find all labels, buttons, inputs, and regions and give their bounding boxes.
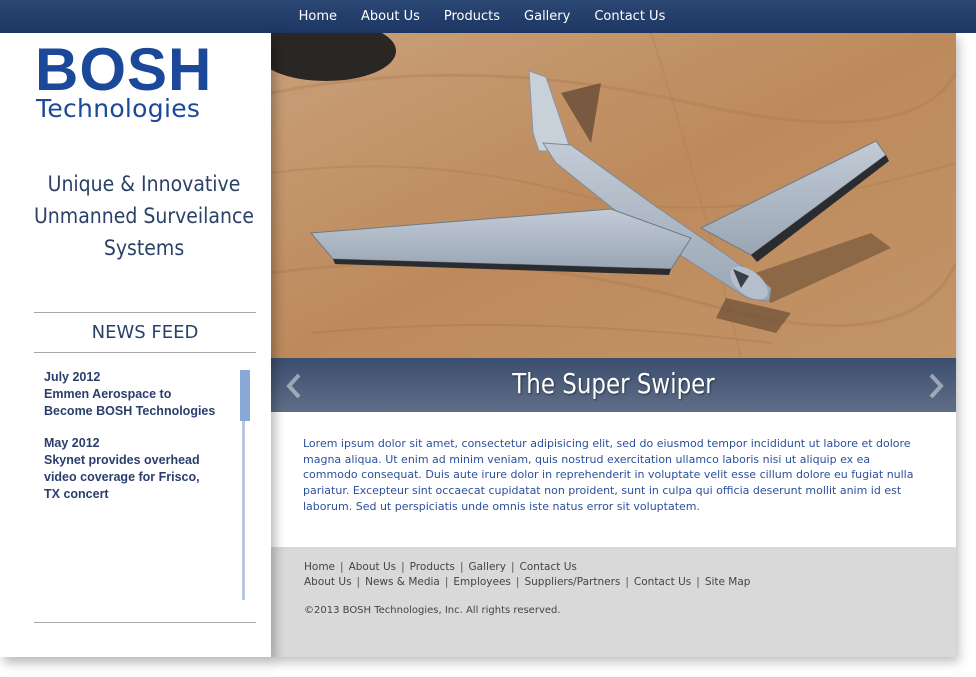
footer-separator: |: [401, 561, 405, 573]
slide-image-uav: [271, 33, 956, 358]
news-item-date: May 2012: [44, 436, 100, 450]
news-feed-list: July 2012 Emmen Aerospace to Become BOSH…: [44, 369, 234, 518]
footer-link-about-us[interactable]: About Us: [349, 561, 397, 573]
footer-link-site-map[interactable]: Site Map: [705, 576, 751, 588]
top-navigation: Home About Us Products Gallery Contact U…: [0, 0, 976, 33]
footer-links-secondary: About Us | News & Media | Employees | Supplier…: [304, 575, 750, 589]
divider: [34, 622, 256, 623]
news-item-headline-line: Emmen Aerospace to: [44, 387, 172, 401]
footer-separator: |: [356, 576, 361, 588]
news-item-headline-line: TX concert: [44, 487, 109, 501]
nav-menu: Home About Us Products Gallery Contact U…: [0, 0, 976, 33]
news-item-headline-line: video coverage for Frisco,: [44, 470, 200, 484]
tagline-line-1: Unique & Innovative: [47, 172, 241, 196]
footer-separator: |: [460, 561, 464, 573]
news-scrollbar-thumb[interactable]: [240, 370, 250, 421]
tagline-line-3: Systems: [103, 236, 185, 260]
footer-separator: |: [510, 561, 515, 573]
footer-separator: |: [696, 576, 700, 588]
logo[interactable]: BOSH Technologies: [35, 39, 260, 125]
news-item[interactable]: July 2012 Emmen Aerospace to Become BOSH…: [44, 369, 234, 420]
tagline: Unique & Innovative Unmanned Surveilance…: [32, 168, 255, 264]
chevron-left-icon[interactable]: [283, 371, 305, 401]
copyright-text: ©2013 BOSH Technologies, Inc. All rights…: [304, 605, 561, 616]
news-item-date: July 2012: [44, 370, 101, 384]
logo-main-text: BOSH: [35, 36, 213, 103]
footer-link-suppliers-partners[interactable]: Suppliers/Partners: [524, 576, 620, 588]
footer-link-home[interactable]: Home: [304, 561, 335, 573]
footer: Home | About Us | Products | Gallery | Contact U…: [271, 547, 956, 657]
footer-separator: |: [444, 576, 449, 588]
footer-separator: |: [515, 576, 520, 588]
news-feed-title: NEWS FEED: [34, 312, 256, 353]
news-item-headline-line: Become BOSH Technologies: [44, 404, 216, 418]
slide-caption: The Super Swiper: [512, 367, 715, 400]
footer-link-products[interactable]: Products: [410, 561, 455, 573]
tagline-line-2: Unmanned Surveilance: [33, 204, 255, 228]
news-item[interactable]: May 2012 Skynet provides overhead video …: [44, 435, 234, 503]
nav-products[interactable]: Products: [444, 0, 500, 33]
footer-link-gallery[interactable]: Gallery: [469, 561, 506, 573]
footer-link-news-media[interactable]: News & Media: [365, 576, 440, 588]
footer-separator: |: [625, 576, 629, 588]
logo-sub-text: Technologies: [36, 94, 201, 123]
footer-link-about-us-2[interactable]: About Us: [304, 576, 352, 588]
footer-link-contact-us[interactable]: Contact Us: [520, 561, 577, 573]
image-slider: The Super Swiper: [271, 33, 956, 412]
nav-about-us[interactable]: About Us: [361, 0, 420, 33]
footer-links-primary: Home | About Us | Products | Gallery | Contact U…: [304, 560, 577, 574]
nav-contact-us[interactable]: Contact Us: [594, 0, 665, 33]
footer-link-employees[interactable]: Employees: [453, 576, 510, 588]
chevron-right-icon[interactable]: [925, 371, 947, 401]
intro-paragraph: Lorem ipsum dolor sit amet, consectetur …: [303, 437, 914, 513]
footer-separator: |: [340, 561, 344, 573]
sidebar: BOSH Technologies Unique & Innovative Un…: [0, 33, 271, 657]
main-content: The Super Swiper Lorem ipsum dolor sit a…: [271, 33, 956, 657]
news-item-headline-line: Skynet provides overhead: [44, 453, 200, 467]
nav-gallery[interactable]: Gallery: [524, 0, 570, 33]
slider-caption-bar: The Super Swiper: [271, 358, 956, 412]
footer-link-contact-us-2[interactable]: Contact Us: [634, 576, 691, 588]
nav-home[interactable]: Home: [299, 0, 337, 33]
